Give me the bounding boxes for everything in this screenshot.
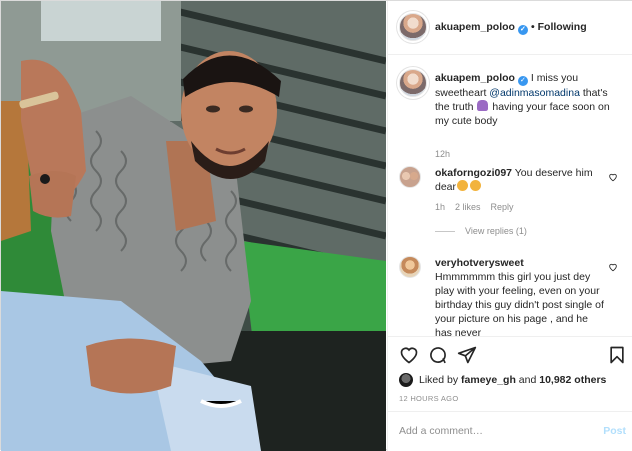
- likes-summary: Liked by fameye_gh and 10,982 others: [399, 372, 629, 388]
- post-image: [1, 1, 386, 451]
- comment-username[interactable]: okaforngozi097: [435, 167, 512, 179]
- share-icon[interactable]: [457, 345, 477, 365]
- verified-badge-icon: ✓: [517, 76, 528, 86]
- post-header: akuapem_poloo ✓ • Following: [388, 1, 632, 55]
- author-username[interactable]: akuapem_poloo ✓ • Following: [435, 21, 587, 35]
- verified-badge-icon: ✓: [517, 25, 528, 35]
- comment-input[interactable]: Add a comment…: [399, 425, 483, 437]
- caption-time: 12h: [435, 149, 451, 159]
- commenter-avatar[interactable]: [399, 256, 421, 278]
- comments-list[interactable]: akuapem_poloo ✓ I miss you sweetheart @ad…: [388, 56, 632, 336]
- post-photo[interactable]: [1, 1, 386, 451]
- following-button[interactable]: Following: [538, 21, 587, 33]
- post-comment-button[interactable]: Post: [603, 425, 626, 437]
- replies-line: [435, 231, 455, 233]
- likes-middle: and: [515, 374, 540, 386]
- post-details: akuapem_poloo ✓ • Following akuapem_poloo ✓ …: [387, 1, 632, 451]
- comment-icon[interactable]: [428, 345, 448, 365]
- instagram-post: akuapem_poloo ✓ • Following akuapem_poloo ✓ …: [0, 0, 632, 451]
- comment-meta: 1h 2 likes Reply: [435, 202, 524, 212]
- post-timestamp[interactable]: 12 HOURS AGO: [399, 394, 458, 403]
- caption-mention[interactable]: @adinmasomadina: [489, 87, 580, 99]
- like-heart-icon[interactable]: [399, 345, 419, 365]
- heart-icon[interactable]: [608, 262, 618, 272]
- liker-username[interactable]: fameye_gh: [461, 374, 516, 386]
- liker-avatar[interactable]: [399, 373, 413, 387]
- comment-reply-button[interactable]: Reply: [491, 202, 514, 212]
- comment-text: okaforngozi097 You deserve him dear: [435, 166, 605, 194]
- caption-text: akuapem_poloo ✓ I miss you sweetheart @ad…: [435, 71, 625, 128]
- caption-username[interactable]: akuapem_poloo: [435, 72, 515, 84]
- likes-others[interactable]: 10,982 others: [539, 374, 606, 386]
- bookmark-icon[interactable]: [607, 345, 627, 365]
- comment-likes[interactable]: 2 likes: [455, 202, 481, 212]
- add-comment-bar: Add a comment… Post: [388, 411, 632, 451]
- author-name-text[interactable]: akuapem_poloo: [435, 21, 515, 33]
- comment-time: 1h: [435, 202, 446, 212]
- commenter-avatar[interactable]: [399, 166, 421, 188]
- emoji-icon: [470, 180, 482, 191]
- comment-username[interactable]: veryhotverysweet: [435, 257, 524, 269]
- separator-dot: •: [530, 21, 535, 33]
- likes-text: Liked by fameye_gh and 10,982 others: [419, 374, 606, 386]
- comment-text: veryhotverysweet Hmmmmmm this girl you j…: [435, 256, 605, 336]
- emoji-icon: [457, 180, 469, 191]
- comment-body: Hmmmmmm this girl you just dey play with…: [435, 271, 604, 336]
- author-avatar[interactable]: [399, 13, 427, 41]
- view-replies-text[interactable]: View replies (1): [465, 226, 527, 236]
- view-replies-link[interactable]: View replies (1): [435, 226, 527, 236]
- emoji-icon: [477, 100, 489, 111]
- heart-icon[interactable]: [608, 172, 618, 182]
- likes-prefix: Liked by: [419, 374, 462, 386]
- caption-avatar[interactable]: [399, 69, 427, 97]
